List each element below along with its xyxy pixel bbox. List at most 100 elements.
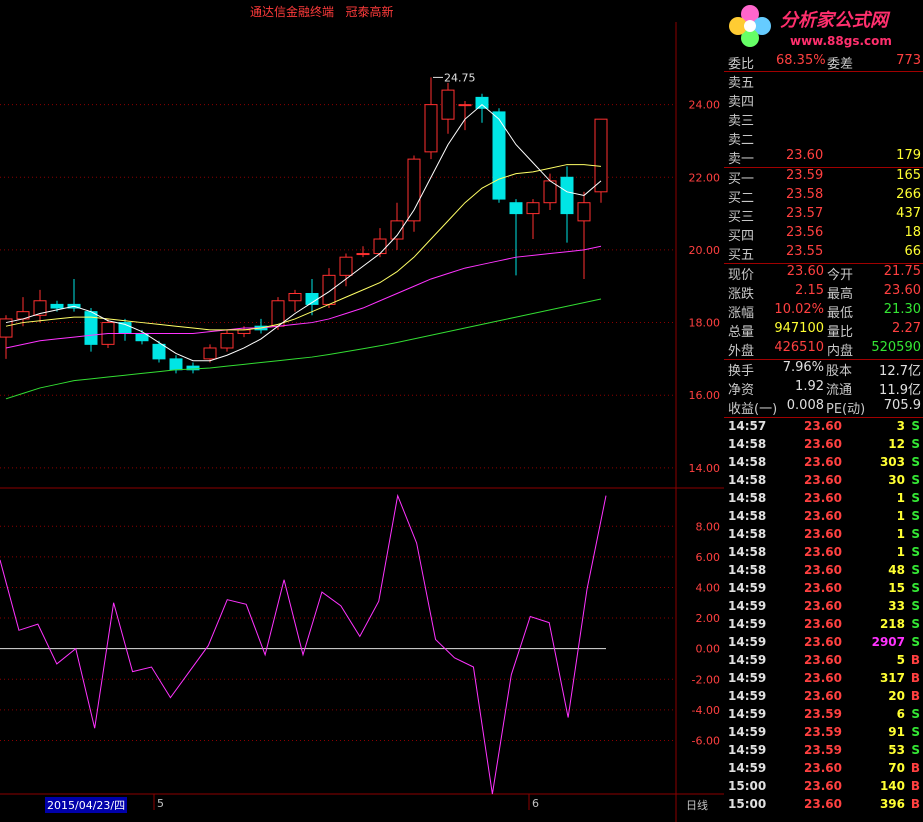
tick-price: 23.59 <box>804 743 842 757</box>
quote-label: 现价 <box>728 268 755 283</box>
tick-volume: 30 <box>888 473 905 487</box>
tick-price: 23.60 <box>804 437 842 451</box>
stat-row: 收益(一) 0.008 PE(动) 705.9 <box>724 397 923 417</box>
tick-price: 23.60 <box>804 419 842 433</box>
bid-label: 买一 <box>728 172 755 187</box>
tick-volume: 218 <box>879 617 905 631</box>
logo-title: 分析家公式网 <box>780 10 888 31</box>
tick-price: 23.60 <box>804 527 842 541</box>
ask-level[interactable]: 卖三 <box>724 109 923 129</box>
bid-price: 23.59 <box>786 168 824 183</box>
stat-label: 换手 <box>728 364 755 379</box>
quote-row: 涨跌 2.15 最高 23.60 <box>724 282 923 302</box>
ask-label: 卖四 <box>728 95 755 110</box>
bid-level[interactable]: 买四 23.56 18 <box>724 224 923 244</box>
bid-price: 23.57 <box>786 206 824 221</box>
candle-body <box>237 329 251 334</box>
tick-direction: S <box>911 635 920 649</box>
ask-level[interactable]: 卖五 <box>724 71 923 91</box>
candle-body <box>203 347 217 360</box>
tick-volume: 33 <box>888 599 905 613</box>
quote-value: 10.02% <box>774 302 824 317</box>
tick-row: 14:59 23.60 70 B <box>724 759 923 777</box>
candle-body <box>339 256 353 276</box>
flower-logo-icon <box>729 5 771 47</box>
tick-row: 14:59 23.60 5 B <box>724 651 923 669</box>
bid-level[interactable]: 买二 23.58 266 <box>724 186 923 206</box>
month-label: 6 <box>532 797 539 810</box>
tick-volume: 48 <box>888 563 905 577</box>
bid-label: 买五 <box>728 248 755 263</box>
stat-value: 12.7亿 <box>879 364 921 379</box>
tick-direction: S <box>911 707 920 721</box>
order-ratio-row: 委比 68.35% 委差 773 <box>724 52 923 72</box>
quote-row: 外盘 426510 内盘 520590 <box>724 339 923 359</box>
quote-label: 量比 <box>827 325 854 340</box>
candle-body <box>424 104 438 153</box>
ask-level[interactable]: 卖二 <box>724 128 923 148</box>
ask-level[interactable]: 卖四 <box>724 90 923 110</box>
tick-row: 14:59 23.60 33 S <box>724 597 923 615</box>
ratio-value: 68.35% <box>776 53 826 68</box>
bid-level[interactable]: 买三 23.57 437 <box>724 205 923 225</box>
quote-label: 外盘 <box>728 344 755 359</box>
bid-price: 23.58 <box>786 187 824 202</box>
tick-price: 23.60 <box>804 545 842 559</box>
tick-direction: S <box>911 581 920 595</box>
tick-volume: 1 <box>896 545 905 559</box>
tick-direction: B <box>910 779 920 793</box>
price-tick-label: 16.00 <box>689 389 721 402</box>
tick-direction: S <box>911 545 920 559</box>
tick-price: 23.60 <box>804 779 842 793</box>
bid-level[interactable]: 买五 23.55 66 <box>724 243 923 263</box>
tick-price: 23.60 <box>804 761 842 775</box>
tick-time: 14:58 <box>728 455 767 469</box>
stat-value: 11.9亿 <box>879 383 921 398</box>
month-label: 5 <box>157 797 164 810</box>
candle-body <box>322 274 336 305</box>
quote-label: 最高 <box>827 287 854 302</box>
ask-price: 23.60 <box>786 148 824 163</box>
bid-volume: 165 <box>896 168 921 183</box>
ask-label: 卖一 <box>728 152 755 167</box>
candle-body <box>560 176 574 215</box>
stat-label: 股本 <box>826 364 853 379</box>
tick-row: 14:58 23.60 30 S <box>724 471 923 489</box>
tick-time: 14:59 <box>728 707 767 721</box>
tick-row: 15:00 23.60 140 B <box>724 777 923 795</box>
quote-label: 最低 <box>827 306 854 321</box>
candle-body <box>356 253 370 256</box>
tick-volume: 1 <box>896 491 905 505</box>
tick-direction: S <box>911 419 920 433</box>
quote-value: 426510 <box>774 340 824 355</box>
period-tab-daily[interactable]: 日线 <box>686 797 708 813</box>
tick-time: 14:59 <box>728 635 767 649</box>
candle-body <box>509 202 523 215</box>
window-title: 通达信金融终端 冠泰高新 <box>250 5 394 19</box>
tick-volume: 15 <box>888 581 905 595</box>
tick-row: 14:58 23.60 303 S <box>724 453 923 471</box>
diff-value: 773 <box>896 53 921 68</box>
tick-price: 23.60 <box>804 617 842 631</box>
tick-price: 23.60 <box>804 599 842 613</box>
kline-chart[interactable]: 24.00 22.00 20.00 18.00 16.00 14.00 8.00 6.00 4.… <box>0 22 724 822</box>
tick-price: 23.60 <box>804 455 842 469</box>
quote-label: 内盘 <box>827 344 854 359</box>
tick-volume: 70 <box>888 761 905 775</box>
stat-label: 收益(一) <box>728 402 778 417</box>
price-tick-label: 22.00 <box>689 171 721 184</box>
quote-row: 总量 947100 量比 2.27 <box>724 320 923 340</box>
price-tick-label: 20.00 <box>689 244 721 257</box>
osc-tick-label: 2.00 <box>696 612 721 625</box>
tick-direction: S <box>911 437 920 451</box>
tick-volume: 6 <box>896 707 905 721</box>
quote-label: 涨跌 <box>728 287 755 302</box>
ask-level[interactable]: 卖一 23.60 179 <box>724 147 923 167</box>
bid-label: 买四 <box>728 229 755 244</box>
ask-volume: 179 <box>896 148 921 163</box>
quote-value: 23.60 <box>786 264 824 279</box>
bid-level[interactable]: 买一 23.59 165 <box>724 167 923 187</box>
tick-volume: 396 <box>879 797 905 811</box>
quote-label: 涨幅 <box>728 306 755 321</box>
candle-body <box>475 96 489 109</box>
